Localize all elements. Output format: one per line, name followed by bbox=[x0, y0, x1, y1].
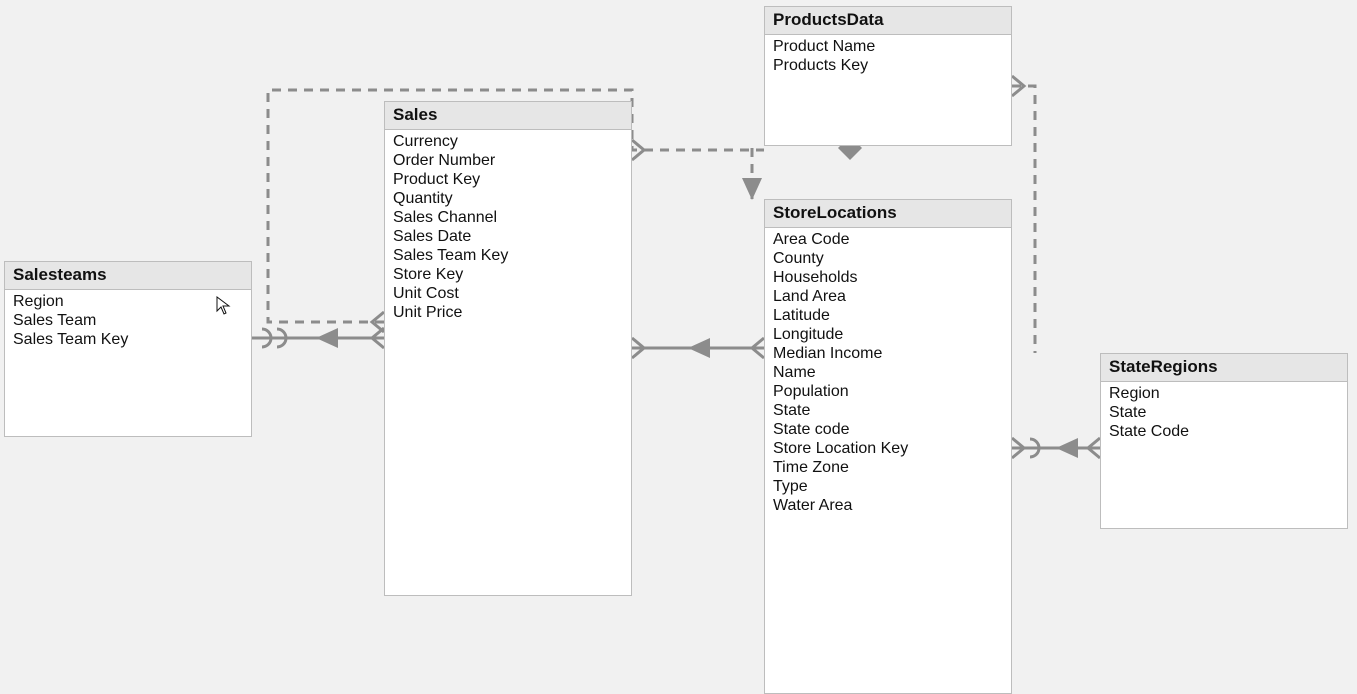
table-fields: Currency Order Number Product Key Quanti… bbox=[385, 130, 631, 328]
table-field[interactable]: Region bbox=[1109, 384, 1339, 403]
table-field[interactable]: Latitude bbox=[773, 306, 1003, 325]
table-field[interactable]: Sales Team bbox=[13, 311, 243, 330]
table-field[interactable]: Order Number bbox=[393, 151, 623, 170]
table-field[interactable]: Households bbox=[773, 268, 1003, 287]
table-title: Salesteams bbox=[5, 262, 251, 290]
table-field[interactable]: State bbox=[1109, 403, 1339, 422]
table-field[interactable]: Land Area bbox=[773, 287, 1003, 306]
table-field[interactable]: County bbox=[773, 249, 1003, 268]
table-field[interactable]: Population bbox=[773, 382, 1003, 401]
table-fields: Region Sales Team Sales Team Key bbox=[5, 290, 251, 355]
table-title: Sales bbox=[385, 102, 631, 130]
table-field[interactable]: Products Key bbox=[773, 56, 1003, 75]
table-field[interactable]: State bbox=[773, 401, 1003, 420]
table-field[interactable]: Type bbox=[773, 477, 1003, 496]
table-field[interactable]: Sales Channel bbox=[393, 208, 623, 227]
table-field[interactable]: Product Key bbox=[393, 170, 623, 189]
table-fields: Area Code County Households Land Area La… bbox=[765, 228, 1011, 521]
table-field[interactable]: Store Key bbox=[393, 265, 623, 284]
table-field[interactable]: Area Code bbox=[773, 230, 1003, 249]
table-field[interactable]: Time Zone bbox=[773, 458, 1003, 477]
table-title: StoreLocations bbox=[765, 200, 1011, 228]
table-fields: Product Name Products Key bbox=[765, 35, 1011, 81]
table-field[interactable]: Unit Cost bbox=[393, 284, 623, 303]
table-sales[interactable]: Sales Currency Order Number Product Key … bbox=[384, 101, 632, 596]
table-field[interactable]: Name bbox=[773, 363, 1003, 382]
table-field[interactable]: State code bbox=[773, 420, 1003, 439]
table-field[interactable]: Quantity bbox=[393, 189, 623, 208]
table-stateregions[interactable]: StateRegions Region State State Code bbox=[1100, 353, 1348, 529]
table-field[interactable]: Water Area bbox=[773, 496, 1003, 515]
table-productsdata[interactable]: ProductsData Product Name Products Key bbox=[764, 6, 1012, 146]
table-field[interactable]: State Code bbox=[1109, 422, 1339, 441]
model-diagram-canvas[interactable]: Salesteams Region Sales Team Sales Team … bbox=[0, 0, 1357, 694]
table-field[interactable]: Store Location Key bbox=[773, 439, 1003, 458]
table-title: ProductsData bbox=[765, 7, 1011, 35]
table-field[interactable]: Median Income bbox=[773, 344, 1003, 363]
table-field[interactable]: Region bbox=[13, 292, 243, 311]
table-salesteams[interactable]: Salesteams Region Sales Team Sales Team … bbox=[4, 261, 252, 437]
table-field[interactable]: Unit Price bbox=[393, 303, 623, 322]
table-field[interactable]: Currency bbox=[393, 132, 623, 151]
table-field[interactable]: Sales Team Key bbox=[13, 330, 243, 349]
table-field[interactable]: Product Name bbox=[773, 37, 1003, 56]
table-title: StateRegions bbox=[1101, 354, 1347, 382]
table-field[interactable]: Longitude bbox=[773, 325, 1003, 344]
table-storelocations[interactable]: StoreLocations Area Code County Househol… bbox=[764, 199, 1012, 694]
table-field[interactable]: Sales Date bbox=[393, 227, 623, 246]
table-fields: Region State State Code bbox=[1101, 382, 1347, 447]
table-field[interactable]: Sales Team Key bbox=[393, 246, 623, 265]
